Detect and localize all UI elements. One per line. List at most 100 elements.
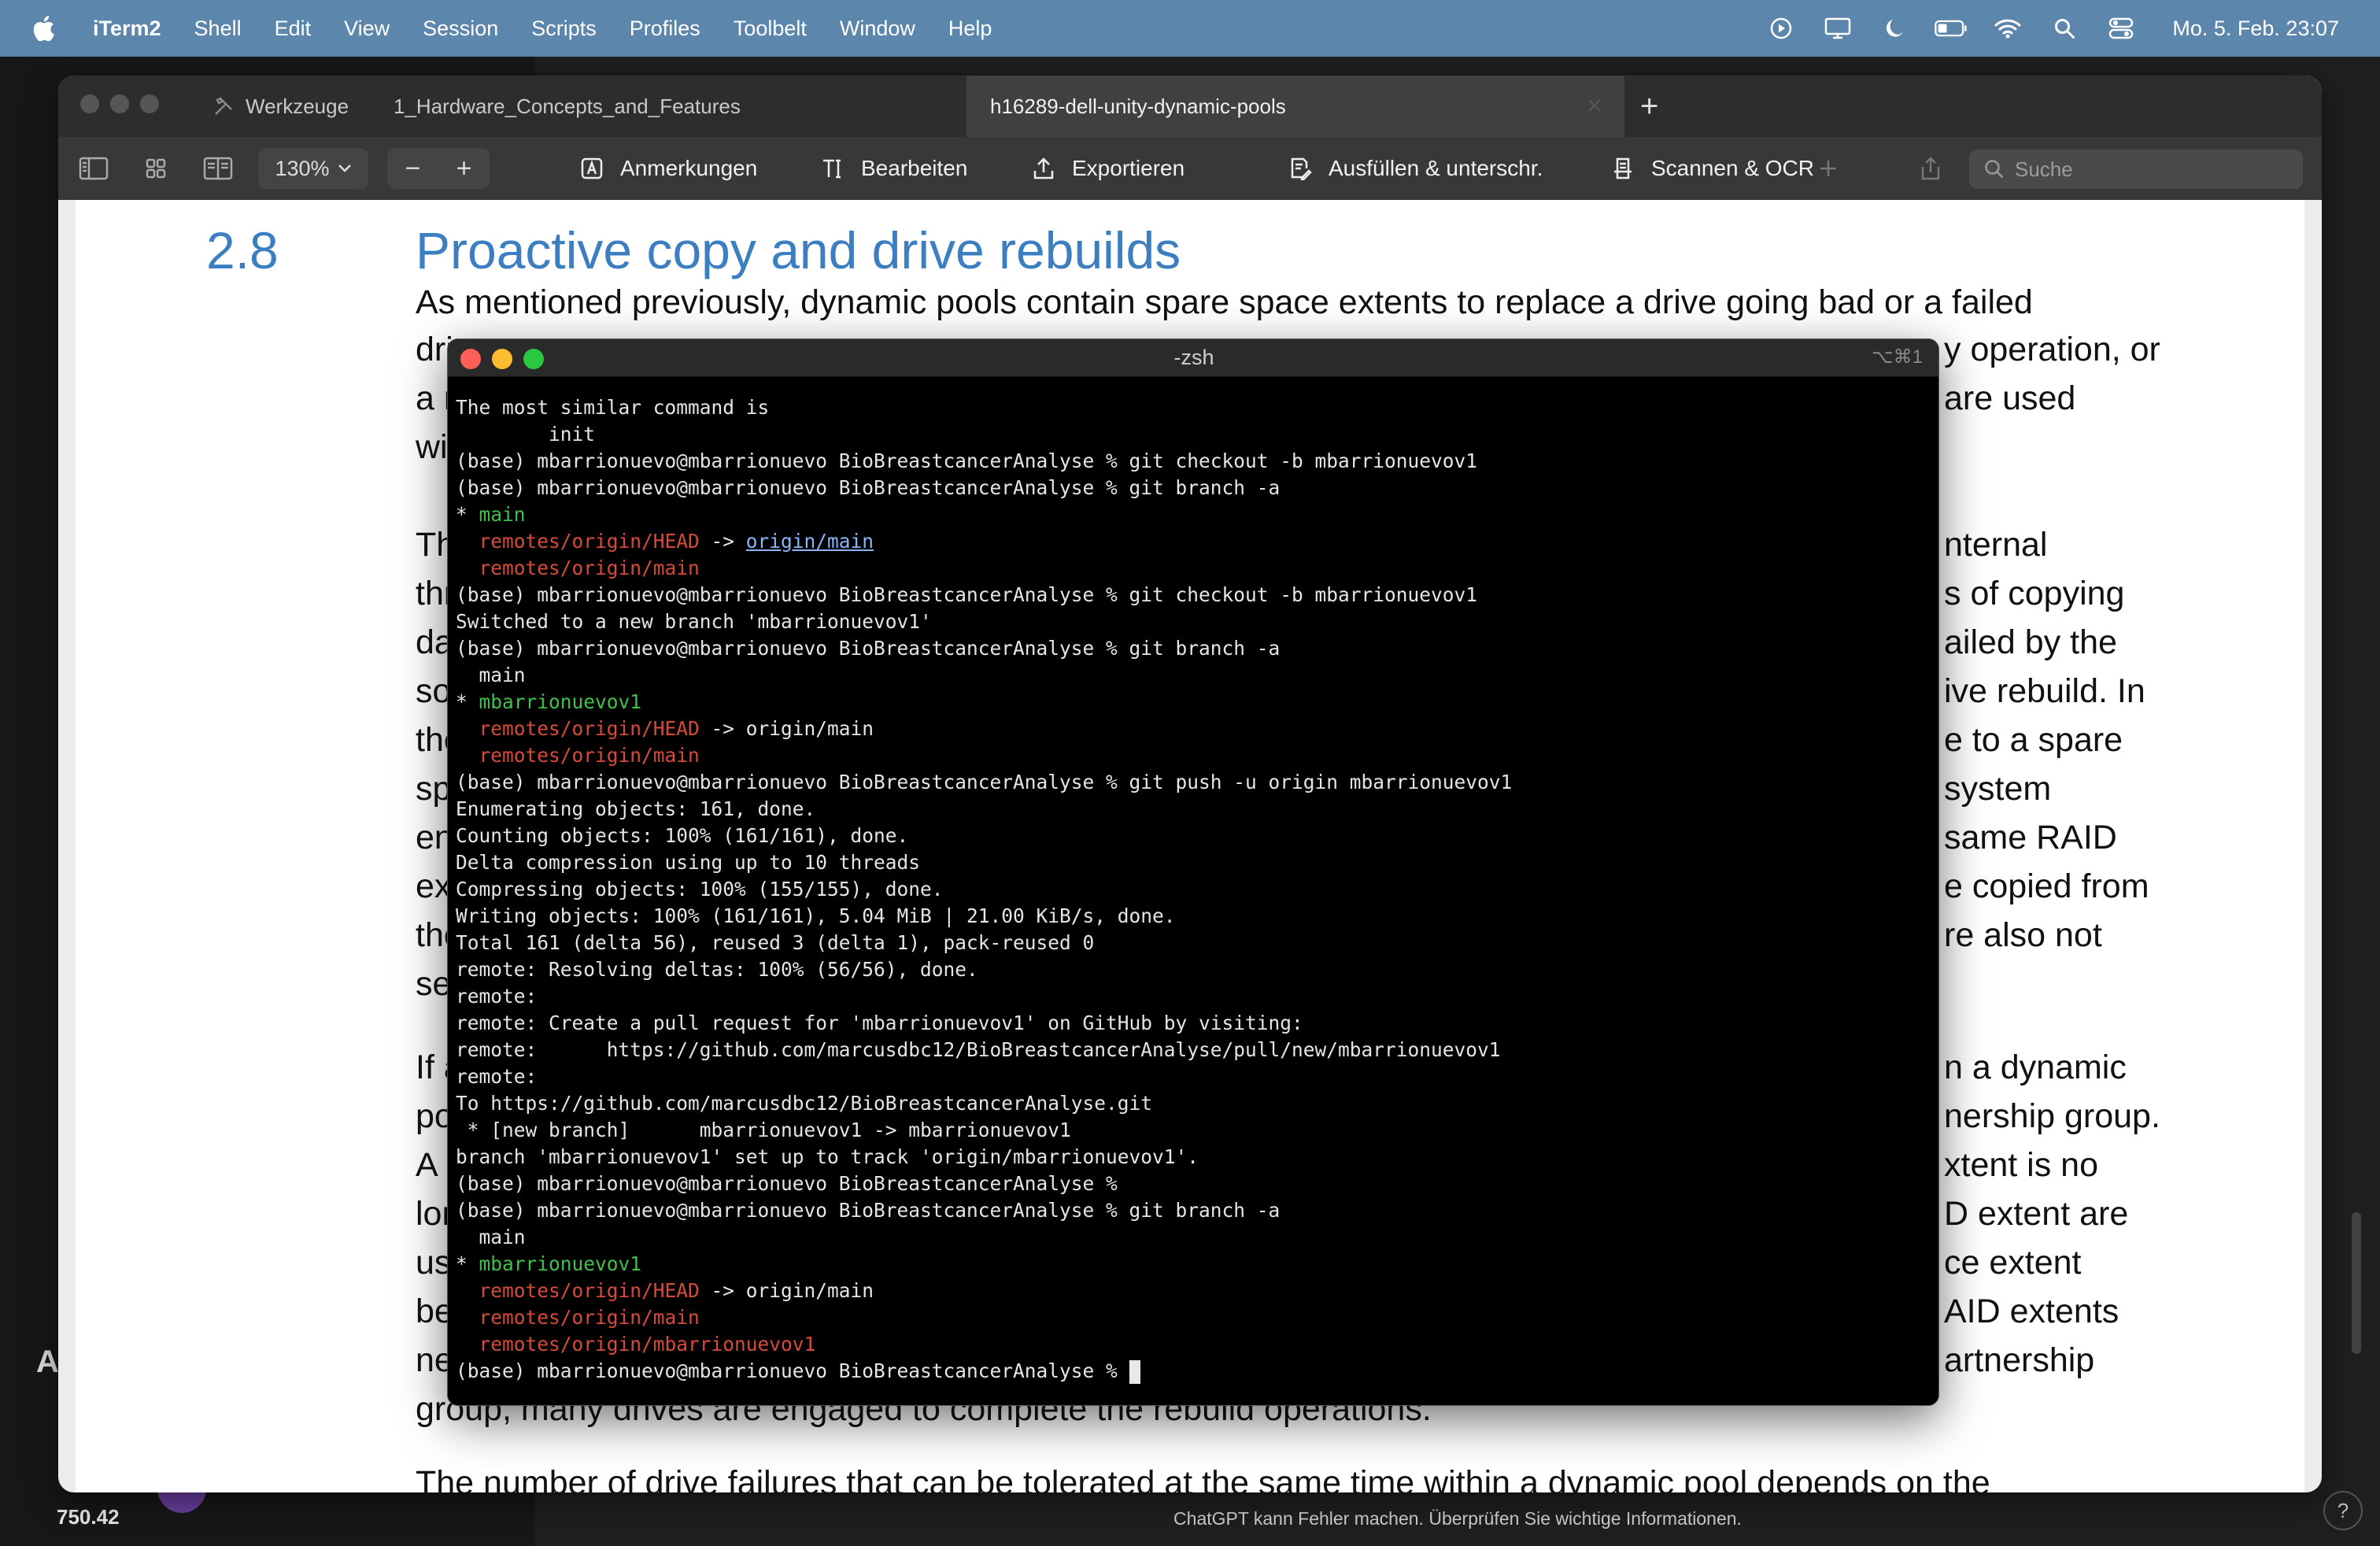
minimize-window-button[interactable] [110, 94, 129, 113]
search-icon[interactable] [2048, 12, 2081, 45]
shell-prompt: (base) mbarrionuevo@mbarrionuevo BioBrea… [456, 476, 1118, 499]
paragraph-fragment: ailed by the [1944, 623, 2117, 661]
tab-dell-unity[interactable]: h16289-dell-unity-dynamic-pools [966, 76, 1624, 137]
terminal-line: * [new branch] mbarrionuevov1 -> mbarrio… [456, 1119, 1071, 1141]
terminal-line: (base) mbarrionuevo@mbarrionuevo BioBrea… [456, 448, 1927, 475]
terminal-output[interactable]: The most similar command is init (base) … [456, 394, 1927, 1385]
terminal-line: (base) mbarrionuevo@mbarrionuevo BioBrea… [456, 635, 1927, 662]
background-scrollbar[interactable] [2352, 1212, 2361, 1354]
paragraph-fragment: D extent are [1944, 1195, 2129, 1233]
command-text [1118, 1359, 1129, 1382]
annotate-button[interactable]: Anmerkungen [578, 137, 757, 200]
annotate-label: Anmerkungen [620, 156, 758, 180]
terminal-line: branch 'mbarrionuevov1' set up to track … [456, 1145, 1199, 1168]
tab-bar: Werkzeuge 1_Hardware_Concepts_and_Featur… [58, 76, 2322, 137]
menu-shell[interactable]: Shell [194, 17, 242, 41]
new-tab-button[interactable]: + [1640, 76, 1658, 137]
add-tool-icon[interactable] [1818, 137, 1839, 200]
grid-view-icon[interactable] [145, 137, 167, 200]
edit-button[interactable]: Bearbeiten [819, 137, 967, 200]
menu-scripts[interactable]: Scripts [531, 17, 597, 41]
search-input[interactable]: Suche [1969, 150, 2303, 189]
terminal-line: Counting objects: 100% (161/161), done. [456, 824, 909, 847]
paragraph-fragment: AID extents [1944, 1293, 2119, 1330]
tab-hardware-concepts[interactable]: 1_Hardware_Concepts_and_Features [394, 76, 741, 137]
remote-branch: remotes/origin/HEAD [456, 1279, 700, 1302]
menu-help[interactable]: Help [948, 17, 992, 41]
terminal-line: main [456, 1226, 526, 1248]
share-export-icon [1029, 154, 1058, 183]
shell-prompt: (base) mbarrionuevo@mbarrionuevo BioBrea… [456, 1199, 1118, 1222]
terminal-line: To https://github.com/marcusdbc12/BioBre… [456, 1092, 1153, 1115]
paragraph-fragment: ive rebuild. In [1944, 672, 2145, 710]
terminal-line: remote: Resolving deltas: 100% (56/56), … [456, 958, 978, 981]
menu-toolbelt[interactable]: Toolbelt [734, 17, 807, 41]
paragraph-fragment: s of copying [1944, 575, 2125, 612]
remote-branch: remotes/origin/main [456, 557, 700, 579]
menu-profiles[interactable]: Profiles [630, 17, 700, 41]
tab-label: Werkzeuge [246, 94, 349, 118]
origin-main-link[interactable]: origin/main [746, 530, 874, 553]
zoom-out-button[interactable]: − [387, 153, 438, 184]
fill-sign-icon [1286, 154, 1314, 183]
terminal-line: * main [456, 501, 1927, 528]
section-title: Proactive copy and drive rebuilds [416, 221, 1181, 279]
arrow-text: -> origin/main [699, 717, 874, 740]
command-text: git push -u origin mbarrionuevov1 [1117, 771, 1513, 793]
section-number: 2.8 [206, 221, 279, 279]
paragraph-line: As mentioned previously, dynamic pools c… [416, 283, 2033, 321]
paragraph-fragment: re also not [1944, 916, 2102, 954]
terminal-line: remote: [456, 1065, 538, 1088]
scan-ocr-button[interactable]: Scannen & OCR [1609, 137, 1814, 200]
terminal-line: Total 161 (delta 56), reused 3 (delta 1)… [456, 931, 1095, 954]
current-branch-marker: * [456, 690, 479, 713]
menu-iterm2[interactable]: iTerm2 [93, 17, 161, 41]
zoom-dropdown[interactable]: 130% [258, 148, 368, 189]
paragraph-fragment: artnership [1944, 1341, 2095, 1379]
paragraph-fragment: so [416, 672, 452, 710]
terminal-line: Delta compression using up to 10 threads [456, 851, 921, 874]
terminal-line: * mbarrionuevov1 [456, 1251, 1927, 1278]
share-icon[interactable] [1919, 137, 1942, 200]
control-center-icon[interactable] [2105, 12, 2138, 45]
edit-label: Bearbeiten [861, 156, 968, 180]
annotate-icon [578, 154, 606, 183]
remote-branch: remotes/origin/main [456, 744, 700, 767]
play-circle-icon[interactable] [1765, 12, 1798, 45]
page-layout-icon[interactable] [203, 137, 233, 200]
battery-icon[interactable] [1935, 12, 1968, 45]
remote-branch: remotes/origin/main [456, 1306, 700, 1329]
status-area: Mo. 5. Feb. 23:07 [1765, 0, 2339, 57]
zoom-in-button[interactable]: + [438, 153, 490, 184]
menu-view[interactable]: View [344, 17, 390, 41]
tab-werkzeuge[interactable]: Werkzeuge [213, 76, 349, 137]
terminal-window[interactable]: -zsh ⌥⌘1 The most similar command is ini… [447, 338, 1939, 1406]
command-text: git checkout -b mbarrionuevov1 [1117, 449, 1478, 472]
shell-prompt: (base) mbarrionuevo@mbarrionuevo BioBrea… [456, 637, 1118, 660]
paragraph-fragment: e to a spare [1944, 721, 2123, 759]
close-tab-icon[interactable] [1585, 96, 1604, 115]
export-label: Exportieren [1072, 156, 1185, 180]
zoom-window-button[interactable] [140, 94, 159, 113]
help-button[interactable]: ? [2323, 1491, 2363, 1530]
chevron-down-icon [338, 164, 352, 173]
menu-session[interactable]: Session [423, 17, 498, 41]
apple-icon[interactable] [31, 15, 66, 42]
menu-window[interactable]: Window [840, 17, 915, 41]
fill-sign-button[interactable]: Ausfüllen & unterschr. [1286, 137, 1543, 200]
shell-prompt: (base) mbarrionuevo@mbarrionuevo BioBrea… [456, 449, 1118, 472]
close-window-button[interactable] [80, 94, 99, 113]
display-icon[interactable] [1821, 12, 1854, 45]
menubar-clock[interactable]: Mo. 5. Feb. 23:07 [2172, 17, 2339, 41]
background-price: 750.42 [57, 1505, 120, 1529]
export-button[interactable]: Exportieren [1029, 137, 1184, 200]
moon-icon[interactable] [1878, 12, 1911, 45]
terminal-line: * mbarrionuevov1 [456, 689, 1927, 716]
menu-edit[interactable]: Edit [275, 17, 312, 41]
terminal-line: remote: https://github.com/marcusdbc12/B… [456, 1038, 1501, 1061]
sidebar-toggle-icon[interactable] [79, 137, 109, 200]
wifi-icon[interactable] [1991, 12, 2024, 45]
shell-prompt: (base) mbarrionuevo@mbarrionuevo BioBrea… [456, 1172, 1118, 1195]
chatgpt-disclaimer: ChatGPT kann Fehler machen. Überprüfen S… [1173, 1508, 1742, 1529]
command-text: git branch -a [1117, 476, 1281, 499]
